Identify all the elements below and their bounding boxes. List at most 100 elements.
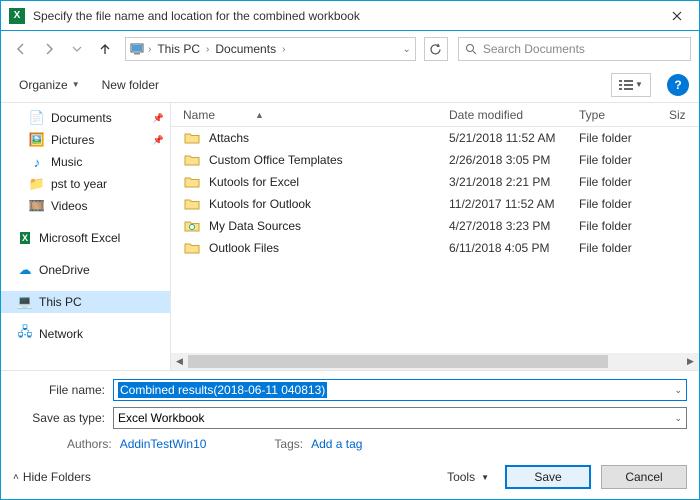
saveas-label: Save as type:: [13, 411, 105, 425]
pictures-icon: 🖼️: [29, 132, 45, 148]
file-area: Name ▲ Date modified Type Siz Attachs5/21…: [171, 103, 699, 370]
save-dialog: X Specify the file name and location for…: [0, 0, 700, 500]
file-name: My Data Sources: [209, 219, 449, 233]
tree-excel[interactable]: XMicrosoft Excel: [1, 227, 170, 249]
col-size[interactable]: Siz: [669, 108, 699, 122]
breadcrumb[interactable]: › This PC › Documents › ⌄: [125, 37, 416, 61]
chevron-down-icon[interactable]: ⌄: [674, 413, 682, 424]
chevron-down-icon: [72, 44, 82, 54]
cancel-button[interactable]: Cancel: [601, 465, 687, 489]
column-headers[interactable]: Name ▲ Date modified Type Siz: [171, 103, 699, 127]
onedrive-icon: ☁: [17, 262, 33, 278]
folder-icon: [183, 196, 201, 212]
scroll-left-button[interactable]: ◀: [171, 353, 188, 370]
breadcrumb-root[interactable]: This PC: [153, 40, 204, 58]
excel-icon: X: [17, 230, 33, 246]
file-date: 3/21/2018 2:21 PM: [449, 175, 579, 189]
organize-button[interactable]: Organize▼: [11, 74, 88, 96]
col-type[interactable]: Type: [579, 108, 669, 122]
scroll-track[interactable]: [188, 353, 682, 370]
tree-onedrive[interactable]: ☁OneDrive: [1, 259, 170, 281]
search-input[interactable]: Search Documents: [458, 37, 691, 61]
file-date: 5/21/2018 11:52 AM: [449, 131, 579, 145]
tools-button[interactable]: Tools▼: [441, 470, 495, 484]
file-row[interactable]: Outlook Files6/11/2018 4:05 PMFile folde…: [171, 237, 699, 259]
tree-network[interactable]: 🖧Network: [1, 323, 170, 345]
filename-input[interactable]: Combined results(2018-06-11 040813) ⌄: [113, 379, 687, 401]
file-row[interactable]: Kutools for Excel3/21/2018 2:21 PMFile f…: [171, 171, 699, 193]
col-name[interactable]: Name: [183, 108, 215, 122]
authors-value[interactable]: AddinTestWin10: [120, 437, 207, 451]
file-type: File folder: [579, 153, 669, 167]
chevron-down-icon[interactable]: ⌄: [674, 385, 682, 396]
music-icon: ♪: [29, 154, 45, 170]
horizontal-scrollbar[interactable]: ◀ ▶: [171, 353, 699, 370]
tree-thispc[interactable]: 💻This PC: [1, 291, 170, 313]
sort-asc-icon: ▲: [255, 110, 264, 120]
chevron-right-icon: ›: [204, 44, 211, 55]
back-button[interactable]: [9, 37, 33, 61]
forward-button[interactable]: [37, 37, 61, 61]
breadcrumb-folder[interactable]: Documents: [211, 40, 280, 58]
videos-icon: 🎞️: [29, 198, 45, 214]
up-button[interactable]: [93, 37, 117, 61]
hide-folders-button[interactable]: ˄Hide Folders: [13, 470, 91, 484]
pc-icon: 💻: [17, 294, 33, 310]
chevron-down-icon[interactable]: ⌄: [400, 44, 412, 55]
chevron-down-icon: ▼: [635, 80, 643, 89]
body: 📄Documents 🖼️Pictures ♪Music 📁pst to yea…: [1, 103, 699, 370]
tree-psttoyear[interactable]: 📁pst to year: [1, 173, 170, 195]
scroll-right-button[interactable]: ▶: [682, 353, 699, 370]
button-row: ˄Hide Folders Tools▼ Save Cancel: [13, 459, 687, 489]
scroll-thumb[interactable]: [188, 355, 608, 368]
folder-icon: [183, 152, 201, 168]
recent-button[interactable]: [65, 37, 89, 61]
tree-documents[interactable]: 📄Documents: [1, 107, 170, 129]
tags-value[interactable]: Add a tag: [311, 437, 362, 451]
tree-pictures[interactable]: 🖼️Pictures: [1, 129, 170, 151]
chevron-up-icon: ˄: [13, 472, 19, 483]
file-type: File folder: [579, 197, 669, 211]
nav-row: › This PC › Documents › ⌄ Search Documen…: [1, 31, 699, 67]
tree-videos[interactable]: 🎞️Videos: [1, 195, 170, 217]
refresh-button[interactable]: [424, 37, 448, 61]
documents-icon: 📄: [29, 110, 45, 126]
authors-label: Authors:: [67, 437, 112, 451]
file-list[interactable]: Attachs5/21/2018 11:52 AMFile folderCust…: [171, 127, 699, 353]
file-date: 6/11/2018 4:05 PM: [449, 241, 579, 255]
tree-music[interactable]: ♪Music: [1, 151, 170, 173]
file-name: Custom Office Templates: [209, 153, 449, 167]
help-button[interactable]: ?: [667, 74, 689, 96]
col-date[interactable]: Date modified: [449, 108, 579, 122]
file-row[interactable]: Attachs5/21/2018 11:52 AMFile folder: [171, 127, 699, 149]
close-icon: [672, 11, 682, 21]
save-button[interactable]: Save: [505, 465, 591, 489]
file-row[interactable]: My Data Sources4/27/2018 3:23 PMFile fol…: [171, 215, 699, 237]
window-title: Specify the file name and location for t…: [33, 9, 655, 23]
file-row[interactable]: Kutools for Outlook11/2/2017 11:52 AMFil…: [171, 193, 699, 215]
file-row[interactable]: Custom Office Templates2/26/2018 3:05 PM…: [171, 149, 699, 171]
tags-label: Tags:: [274, 437, 303, 451]
new-folder-button[interactable]: New folder: [94, 74, 167, 96]
bottom-panel: File name: Combined results(2018-06-11 0…: [1, 370, 699, 499]
folder-icon: [183, 240, 201, 256]
chevron-right-icon: ›: [146, 44, 153, 55]
folder-icon: [183, 130, 201, 146]
view-options-button[interactable]: ▼: [611, 73, 651, 97]
file-type: File folder: [579, 131, 669, 145]
close-button[interactable]: [655, 1, 699, 31]
arrow-left-icon: [14, 42, 28, 56]
folder-icon: 📁: [29, 176, 45, 192]
search-icon: [465, 43, 477, 55]
filename-row: File name: Combined results(2018-06-11 0…: [13, 379, 687, 401]
chevron-right-icon: ›: [280, 44, 287, 55]
nav-tree[interactable]: 📄Documents 🖼️Pictures ♪Music 📁pst to yea…: [1, 103, 171, 370]
file-name: Attachs: [209, 131, 449, 145]
metadata-row: Authors: AddinTestWin10 Tags: Add a tag: [13, 435, 687, 453]
view-icon: [619, 79, 633, 91]
pc-icon: [128, 40, 146, 58]
saveas-combo[interactable]: Excel Workbook ⌄: [113, 407, 687, 429]
arrow-up-icon: [98, 42, 112, 56]
saveas-row: Save as type: Excel Workbook ⌄: [13, 407, 687, 429]
file-type: File folder: [579, 219, 669, 233]
